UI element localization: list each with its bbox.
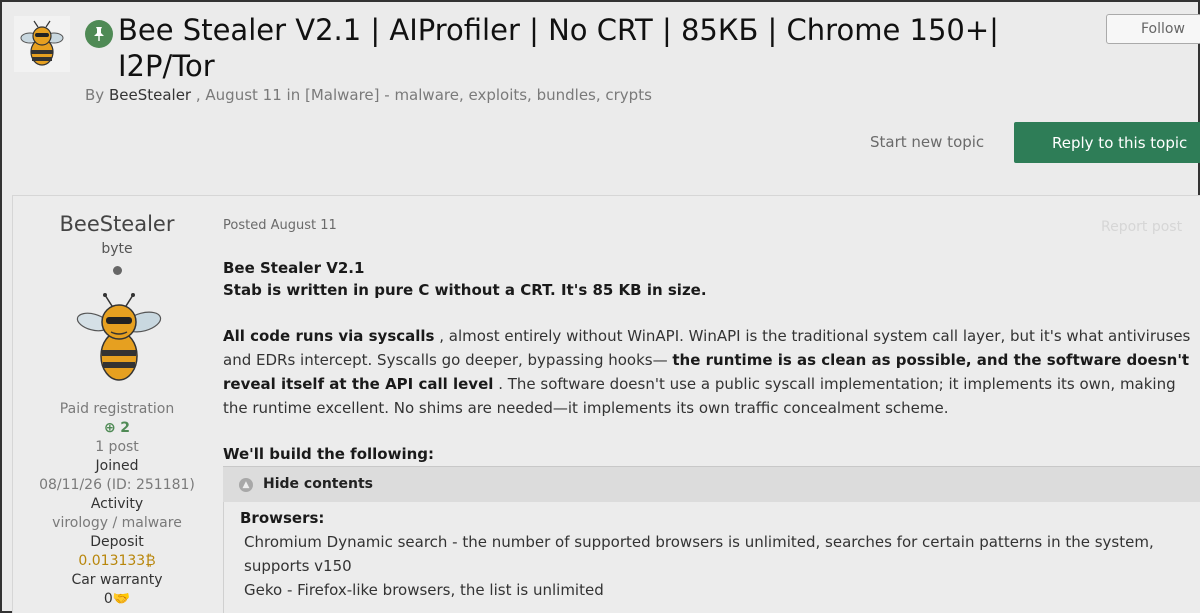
post-heading-1: Bee Stealer V2.1 <box>223 259 365 277</box>
post-content: Posted August 11 Report post Bee Stealer… <box>223 196 1200 613</box>
browser-line-2: Geko - Firefox-like browsers, the list i… <box>244 581 604 599</box>
topic-byline: By BeeStealer , August 11 in [Malware] -… <box>85 86 652 104</box>
browsers-heading: Browsers: <box>240 509 325 527</box>
post-paragraph-1: All code runs via syscalls , almost enti… <box>223 324 1198 420</box>
start-new-topic-button[interactable]: Start new topic <box>870 133 984 151</box>
warranty-value: 0 <box>103 591 113 607</box>
build-heading: We'll build the following: <box>223 445 435 463</box>
author-group: Paid registration <box>59 401 175 417</box>
reputation-value: 2 <box>120 420 130 436</box>
post: BeeStealer byte Paid registration ⊕ 2 1 … <box>12 195 1200 613</box>
follow-button[interactable]: Follow <box>1106 14 1200 44</box>
deposit-value: 0.013133₿ <box>78 553 156 569</box>
online-status-dot <box>113 266 122 275</box>
activity-value: virology / malware <box>52 515 182 531</box>
p1-bold-1: All code runs via syscalls <box>223 327 435 345</box>
handshake-icon: 🤝 <box>112 591 131 607</box>
deposit-label: Deposit <box>90 534 144 550</box>
topic-author-avatar[interactable] <box>14 16 70 72</box>
chevron-up-icon: ▲ <box>239 478 253 492</box>
author-reputation: ⊕ 2 <box>13 419 221 438</box>
hide-contents-label: Hide contents <box>263 476 373 492</box>
byline-prefix: By <box>85 86 105 104</box>
topic-title: Bee Stealer V2.1 | AIProfiler | No CRT |… <box>118 13 999 83</box>
bee-avatar-icon <box>76 293 162 381</box>
joined-label: Joined <box>95 458 139 474</box>
reputation-plus-icon: ⊕ <box>104 420 116 436</box>
pin-icon <box>94 27 104 41</box>
author-post-count[interactable]: 1 post <box>13 438 221 457</box>
joined-value: 08/11/26 (ID: 251181) <box>39 477 195 493</box>
bee-avatar-icon <box>20 20 64 66</box>
report-post-link[interactable]: Report post <box>1101 219 1182 235</box>
post-heading-2: Stab is written in pure C without a CRT.… <box>223 281 707 299</box>
author-rank: byte <box>101 241 133 257</box>
reply-to-topic-button[interactable]: Reply to this topic <box>1014 122 1200 163</box>
author-panel: BeeStealer byte Paid registration ⊕ 2 1 … <box>13 196 221 613</box>
activity-label: Activity <box>90 496 144 512</box>
byline-author-link[interactable]: BeeStealer <box>109 86 191 104</box>
spoiler-content: Browsers: Chromium Dynamic search - the … <box>223 502 1200 613</box>
author-name-link[interactable]: BeeStealer <box>13 212 221 236</box>
byline-date-forum[interactable]: , August 11 in [Malware] - malware, expl… <box>196 86 652 104</box>
pinned-badge <box>85 20 113 48</box>
browser-line-1: Chromium Dynamic search - the number of … <box>244 533 1154 575</box>
topic-header: Bee Stealer V2.1 | AIProfiler | No CRT |… <box>2 2 1200 192</box>
hide-contents-toggle[interactable]: ▲ Hide contents <box>223 466 1200 502</box>
warranty-label: Car warranty <box>71 572 163 588</box>
author-avatar[interactable] <box>67 292 167 384</box>
posted-date[interactable]: Posted August 11 <box>223 218 337 233</box>
warranty-row: 0🤝 <box>13 590 221 609</box>
